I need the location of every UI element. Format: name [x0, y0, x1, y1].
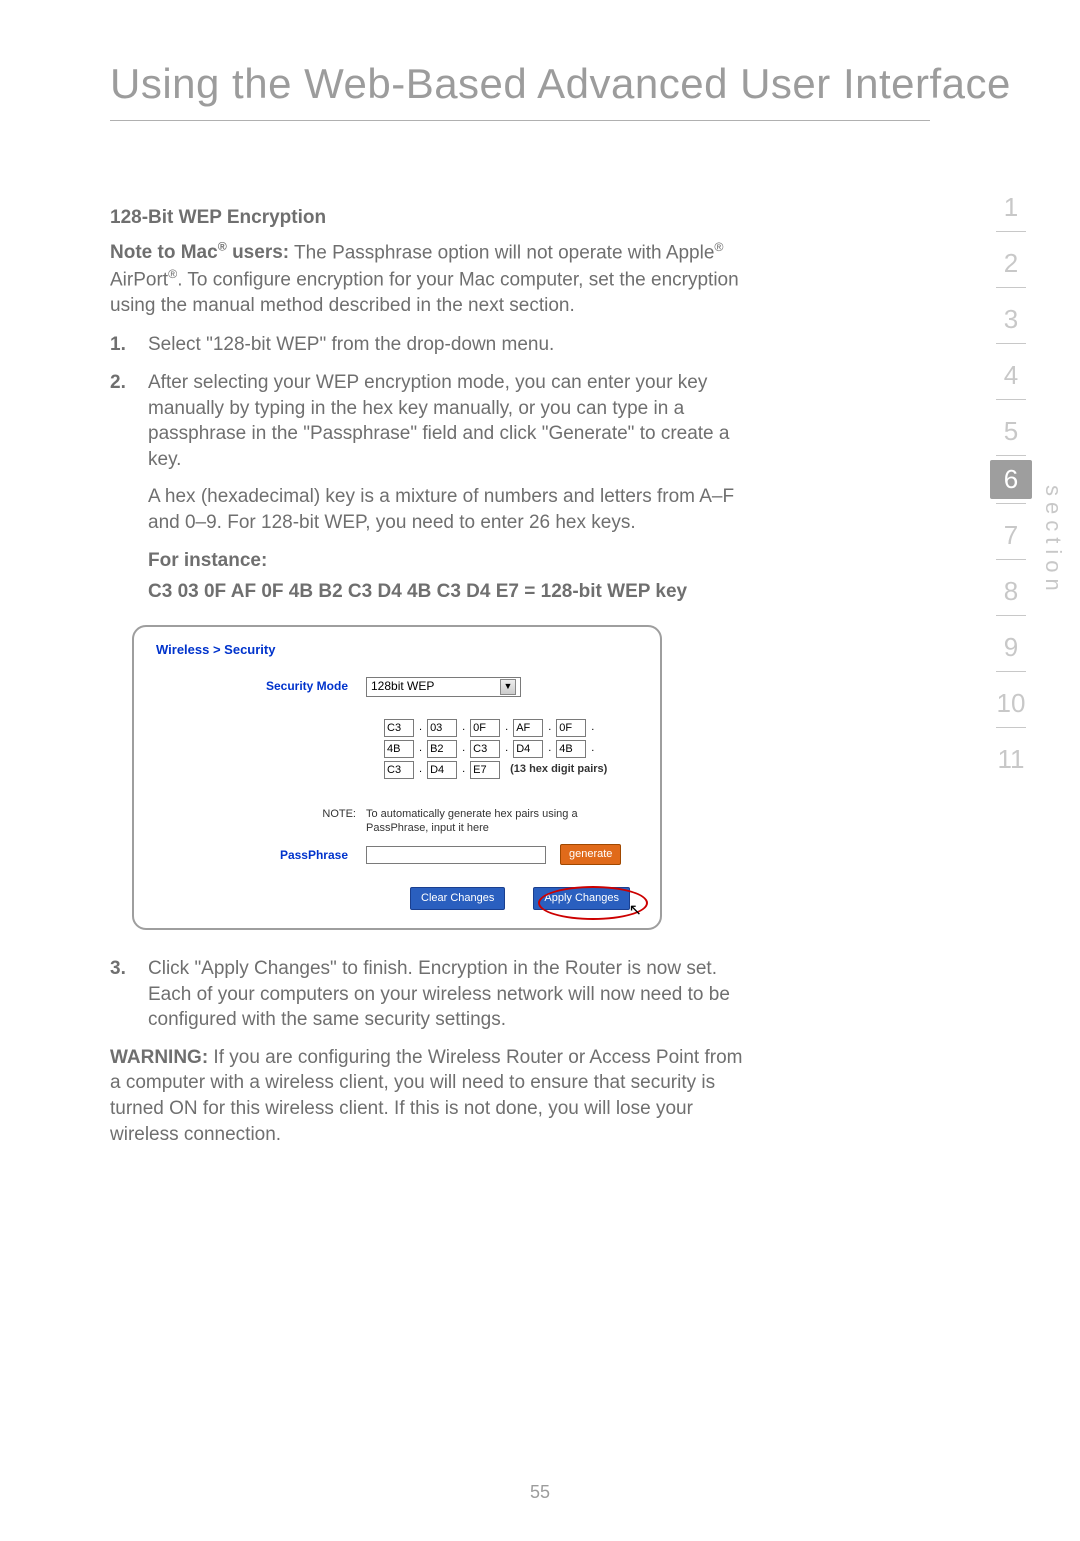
security-mode-label: Security Mode	[156, 678, 366, 694]
nav-item-6[interactable]: 6	[990, 460, 1032, 499]
hex-input[interactable]: C3	[470, 740, 500, 758]
hex-input[interactable]: 0F	[470, 719, 500, 737]
note-text: To automatically generate hex pairs usin…	[366, 807, 626, 837]
nav-item-9[interactable]: 9	[982, 620, 1040, 667]
note-mac-body1: The Passphrase option will not operate w…	[289, 242, 714, 263]
title-rule	[110, 120, 930, 121]
reg-icon: ®	[168, 267, 177, 281]
key-example: C3 03 0F AF 0F 4B B2 C3 D4 4B C3 D4 E7 =…	[148, 579, 750, 605]
passphrase-label: PassPhrase	[156, 847, 366, 863]
step-1: 1. Select "128-bit WEP" from the drop-do…	[110, 332, 750, 358]
chevron-down-icon[interactable]: ▼	[500, 679, 516, 695]
hex-row-3: C3. D4. E7 (13 hex digit pairs)	[384, 761, 638, 779]
hex-row-1: C3. 03. 0F. AF. 0F.	[384, 719, 638, 737]
nav-item-5[interactable]: 5	[982, 404, 1040, 451]
nav-item-2[interactable]: 2	[982, 236, 1040, 283]
section-label: section	[1040, 485, 1066, 597]
hex-input[interactable]: 4B	[556, 740, 586, 758]
passphrase-input[interactable]	[366, 846, 546, 864]
note-mac-label: Note to Mac	[110, 242, 218, 263]
step-2-body: After selecting your WEP encryption mode…	[148, 370, 750, 605]
hex-input[interactable]: 4B	[384, 740, 414, 758]
nav-item-3[interactable]: 3	[982, 292, 1040, 339]
hex-row-2: 4B. B2. C3. D4. 4B.	[384, 740, 638, 758]
breadcrumb: Wireless > Security	[156, 641, 638, 659]
hex-input[interactable]: AF	[513, 719, 543, 737]
hex-input[interactable]: 03	[427, 719, 457, 737]
hex-input[interactable]: C3	[384, 761, 414, 779]
section-heading: 128-Bit WEP Encryption	[110, 205, 750, 231]
step-1-body: Select "128-bit WEP" from the drop-down …	[148, 332, 750, 358]
note-label: NOTE:	[156, 807, 366, 837]
step-2-num: 2.	[110, 370, 148, 605]
step-2b: A hex (hexadecimal) key is a mixture of …	[148, 484, 750, 535]
step-3-body: Click "Apply Changes" to finish. Encrypt…	[148, 956, 750, 1033]
step-2: 2. After selecting your WEP encryption m…	[110, 370, 750, 605]
hex-input[interactable]: E7	[470, 761, 500, 779]
note-mac-suffix: users:	[227, 242, 289, 263]
warning: WARNING: If you are configuring the Wire…	[110, 1045, 750, 1148]
note-row: NOTE: To automatically generate hex pair…	[156, 807, 638, 837]
note-mac: Note to Mac® users: The Passphrase optio…	[110, 239, 750, 319]
hex-input[interactable]: C3	[384, 719, 414, 737]
reg-icon: ®	[714, 240, 723, 254]
security-mode-select[interactable]: 128bit WEP ▼	[366, 677, 521, 697]
security-mode-value: 128bit WEP	[371, 678, 434, 694]
hex-note: (13 hex digit pairs)	[510, 762, 607, 777]
passphrase-row: PassPhrase generate	[156, 844, 638, 865]
generate-button[interactable]: generate	[560, 844, 621, 865]
apply-changes-button[interactable]: Apply Changes	[533, 887, 630, 910]
hex-input[interactable]: D4	[513, 740, 543, 758]
step-3-num: 3.	[110, 956, 148, 1033]
clear-changes-button[interactable]: Clear Changes	[410, 887, 505, 910]
action-buttons: Clear Changes Apply Changes	[156, 887, 638, 910]
nav-item-10[interactable]: 10	[982, 676, 1040, 723]
step-2a: After selecting your WEP encryption mode…	[148, 370, 750, 473]
note-mac-body3: . To configure encryption for your Mac c…	[110, 269, 739, 316]
note-mac-body2: AirPort	[110, 269, 168, 290]
nav-item-8[interactable]: 8	[982, 564, 1040, 611]
main-content: 128-Bit WEP Encryption Note to Mac® user…	[110, 205, 750, 1161]
reg-icon: ®	[218, 240, 227, 254]
for-instance: For instance:	[148, 548, 750, 574]
warning-label: WARNING:	[110, 1047, 208, 1068]
page-title: Using the Web-Based Advanced User Interf…	[110, 60, 1011, 108]
step-3: 3. Click "Apply Changes" to finish. Encr…	[110, 956, 750, 1033]
step-1-num: 1.	[110, 332, 148, 358]
hex-input[interactable]: 0F	[556, 719, 586, 737]
nav-item-7[interactable]: 7	[982, 508, 1040, 555]
security-figure: Wireless > Security Security Mode 128bit…	[132, 625, 662, 930]
nav-item-1[interactable]: 1	[982, 180, 1040, 227]
section-nav: 1 2 3 4 5 6 7 8 9 10 11	[982, 180, 1040, 779]
page-number: 55	[0, 1482, 1080, 1503]
nav-item-11[interactable]: 11	[982, 732, 1040, 779]
security-mode-row: Security Mode 128bit WEP ▼	[156, 677, 638, 697]
hex-input[interactable]: B2	[427, 740, 457, 758]
hex-key-grid: C3. 03. 0F. AF. 0F. 4B. B2. C3. D4. 4B. …	[384, 719, 638, 779]
hex-input[interactable]: D4	[427, 761, 457, 779]
nav-item-4[interactable]: 4	[982, 348, 1040, 395]
